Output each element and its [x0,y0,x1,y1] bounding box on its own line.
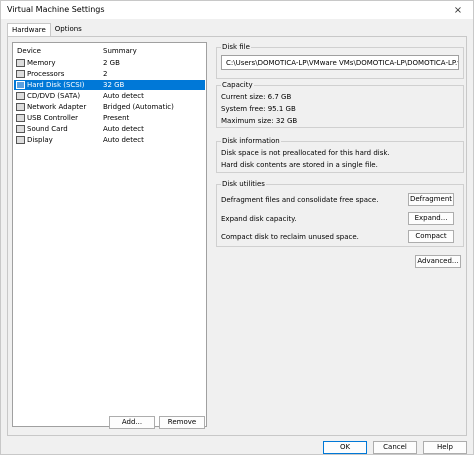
disk-utilities-group: Disk utilities Defragment files and cons… [216,180,464,247]
remove-device-button[interactable]: Remove [159,416,205,429]
device-icon [16,70,25,78]
tab-hardware[interactable]: Hardware [7,23,51,36]
device-name: Memory [27,59,56,67]
disk-info-line-1: Disk space is not preallocated for this … [221,149,390,157]
device-row[interactable]: CD/DVD (SATA) Auto detect [14,91,205,101]
device-icon [16,103,25,111]
device-row[interactable]: Memory 2 GB [14,58,205,68]
maximum-size: Maximum size: 32 GB [221,117,298,125]
current-size: Current size: 6.7 GB [221,93,292,101]
compact-button[interactable]: Compact [408,230,454,243]
disk-file-path-field[interactable]: C:\Users\DOMOTICA-LP\VMware VMs\DOMOTICA… [221,55,459,70]
disk-file-group: Disk file C:\Users\DOMOTICA-LP\VMware VM… [216,43,464,79]
device-name: USB Controller [27,114,79,122]
device-row[interactable]: Processors 2 [14,69,205,79]
device-list[interactable]: Device Summary Memory 2 GB Processors 2 Hard… [12,42,207,427]
window-title: Virtual Machine Settings [7,5,105,14]
capacity-group: Capacity Current size: 6.7 GB System fre… [216,81,464,128]
device-name: Hard Disk (SCSI) [27,81,85,89]
title-bar[interactable]: Virtual Machine Settings × [1,1,473,19]
device-name: Processors [27,70,65,78]
device-name: Display [27,136,53,144]
device-summary: Present [103,114,130,122]
cancel-button[interactable]: Cancel [373,441,417,454]
device-summary: Auto detect [103,125,144,133]
tab-strip: Hardware Options [7,23,86,36]
device-icon [16,92,25,100]
device-name: Sound Card [27,125,68,133]
compact-description: Compact disk to reclaim unused space. [221,233,359,241]
vm-settings-window: Virtual Machine Settings × Hardware Opti… [0,0,474,455]
device-name: CD/DVD (SATA) [27,92,81,100]
defragment-button[interactable]: Defragment [408,193,454,206]
device-summary: Auto detect [103,92,144,100]
system-free: System free: 95.1 GB [221,105,296,113]
expand-description: Expand disk capacity. [221,215,297,223]
device-row[interactable]: Hard Disk (SCSI) 32 GB [14,80,205,90]
device-icon [16,81,25,89]
device-icon [16,59,25,67]
help-button[interactable]: Help [423,441,467,454]
device-summary: 2 [103,70,108,78]
defragment-description: Defragment files and consolidate free sp… [221,196,379,204]
expand-button[interactable]: Expand... [408,212,454,225]
disk-information-label: Disk information [221,137,281,145]
device-summary: 32 GB [103,81,125,89]
device-row[interactable]: USB Controller Present [14,113,205,123]
ok-button[interactable]: OK [323,441,367,454]
disk-utilities-label: Disk utilities [221,180,266,188]
device-row[interactable]: Display Auto detect [14,135,205,145]
device-summary: Auto detect [103,136,144,144]
add-device-button[interactable]: Add... [109,416,155,429]
advanced-button[interactable]: Advanced... [415,255,461,268]
capacity-label: Capacity [221,81,254,89]
close-icon[interactable]: × [443,1,473,19]
disk-info-line-2: Hard disk contents are stored in a singl… [221,161,378,169]
device-icon [16,114,25,122]
device-summary: Bridged (Automatic) [103,103,174,111]
disk-information-group: Disk information Disk space is not preal… [216,137,464,173]
device-row[interactable]: Network Adapter Bridged (Automatic) [14,102,205,112]
tab-options[interactable]: Options [51,23,86,36]
device-summary: 2 GB [103,59,120,67]
device-list-header: Device Summary [13,43,206,57]
device-name: Network Adapter [27,103,87,111]
device-row[interactable]: Sound Card Auto detect [14,124,205,134]
disk-file-label: Disk file [221,43,251,51]
device-icon [16,125,25,133]
column-summary[interactable]: Summary [103,47,137,55]
device-icon [16,136,25,144]
column-device[interactable]: Device [17,47,41,55]
